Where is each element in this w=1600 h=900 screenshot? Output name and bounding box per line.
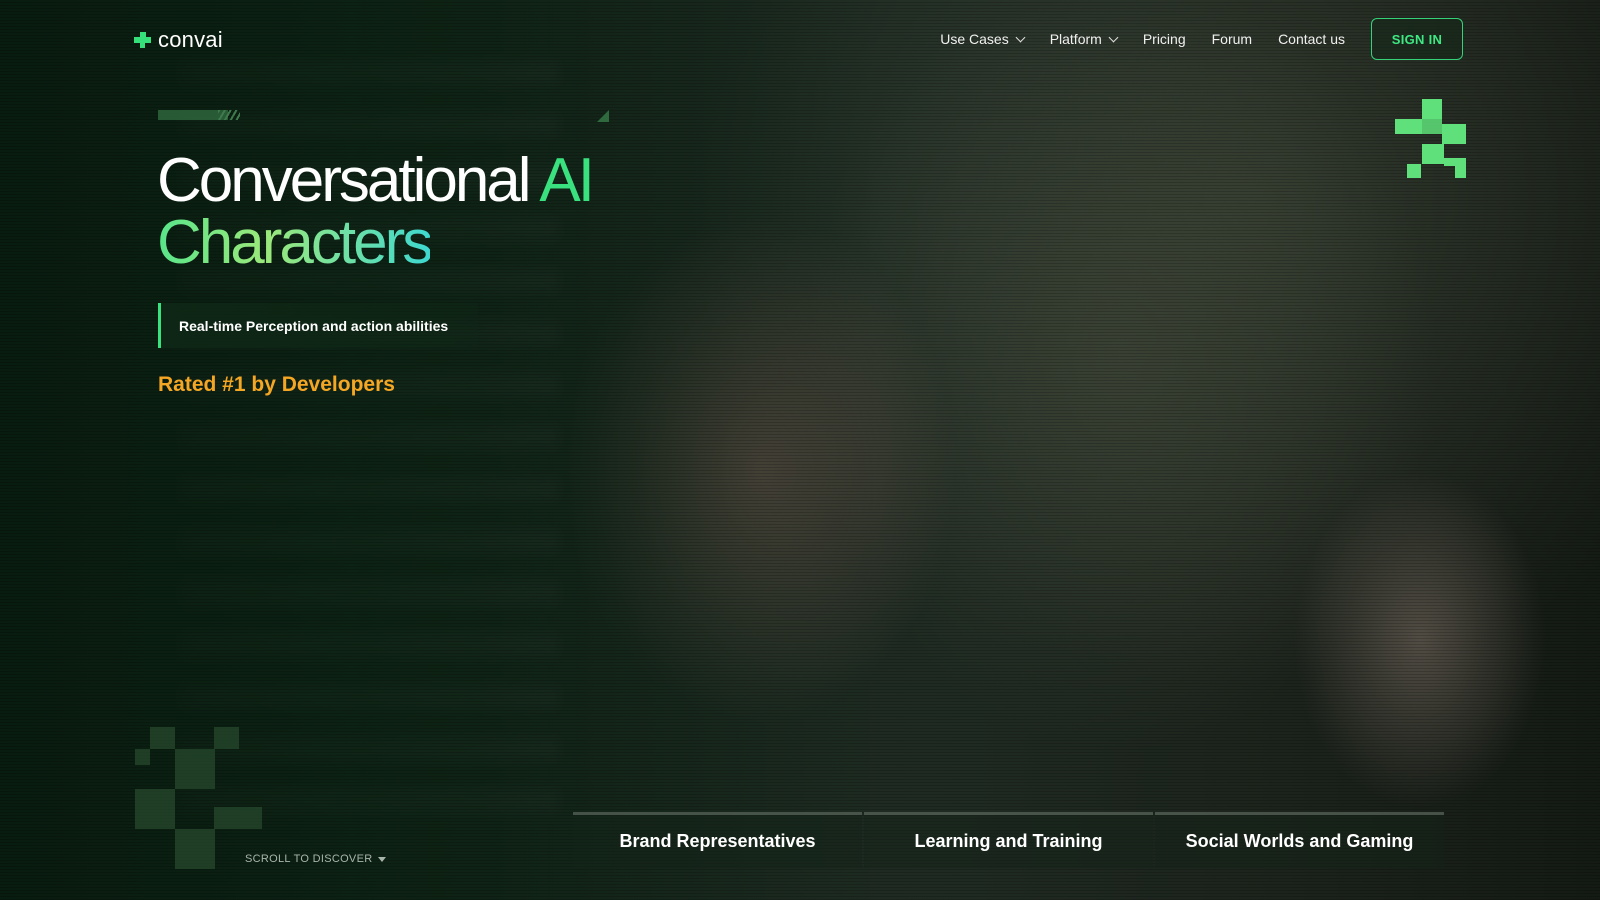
tab-label: Learning and Training <box>914 831 1103 851</box>
decor-triangle <box>597 110 609 122</box>
caret-down-icon <box>378 856 387 862</box>
hero-headline: Conversational AI Characters <box>157 150 595 277</box>
use-case-tabs: Brand Representatives Learning and Train… <box>573 812 1444 868</box>
chevron-down-icon <box>1015 32 1026 42</box>
nav-item-pricing[interactable]: Pricing <box>1143 31 1186 47</box>
decor-slashes <box>218 110 240 120</box>
convai-logo-icon <box>134 32 152 48</box>
headline-text: Conversational <box>157 146 540 215</box>
tab-social-worlds-and-gaming[interactable]: Social Worlds and Gaming <box>1155 812 1444 868</box>
tab-brand-representatives[interactable]: Brand Representatives <box>573 812 862 868</box>
nav-item-forum[interactable]: Forum <box>1212 31 1252 47</box>
tab-learning-and-training[interactable]: Learning and Training <box>864 812 1153 868</box>
nav-item-platform[interactable]: Platform <box>1049 31 1119 47</box>
nav-item-label: Forum <box>1211 31 1253 47</box>
scroll-label: SCROLL TO DISCOVER <box>245 853 373 865</box>
nav-item-label: Use Cases <box>940 31 1009 47</box>
nav-item-label: Platform <box>1049 31 1102 47</box>
nav-item-use-cases[interactable]: Use Cases <box>940 31 1026 47</box>
nav-item-label: Pricing <box>1142 31 1186 47</box>
top-navigation: convai Use Cases Platform Pricing Forum … <box>0 18 1600 62</box>
landing-page: convai Use Cases Platform Pricing Forum … <box>0 0 1600 900</box>
nav-links: Use Cases Platform Pricing Forum Contact… <box>940 31 1345 47</box>
tab-label: Brand Representatives <box>619 831 816 851</box>
tab-label: Social Worlds and Gaming <box>1185 831 1414 851</box>
nav-item-contact[interactable]: Contact us <box>1278 31 1345 47</box>
tagline-text: Real-time Perception and action abilitie… <box>179 317 449 334</box>
chevron-down-icon <box>1108 32 1119 42</box>
headline-accent: AI <box>539 146 595 215</box>
headline-line2: Characters <box>157 208 433 277</box>
logo[interactable]: convai <box>134 27 223 52</box>
sign-in-button[interactable]: SIGN IN <box>1371 18 1463 60</box>
background-vignette <box>0 0 1600 900</box>
scroll-to-discover[interactable]: SCROLL TO DISCOVER <box>245 853 387 865</box>
nav-item-label: Contact us <box>1278 31 1345 47</box>
hero-tagline: Real-time Perception and action abilitie… <box>158 303 478 348</box>
rated-badge-text: Rated #1 by Developers <box>158 373 395 396</box>
logo-text: convai <box>158 27 223 52</box>
